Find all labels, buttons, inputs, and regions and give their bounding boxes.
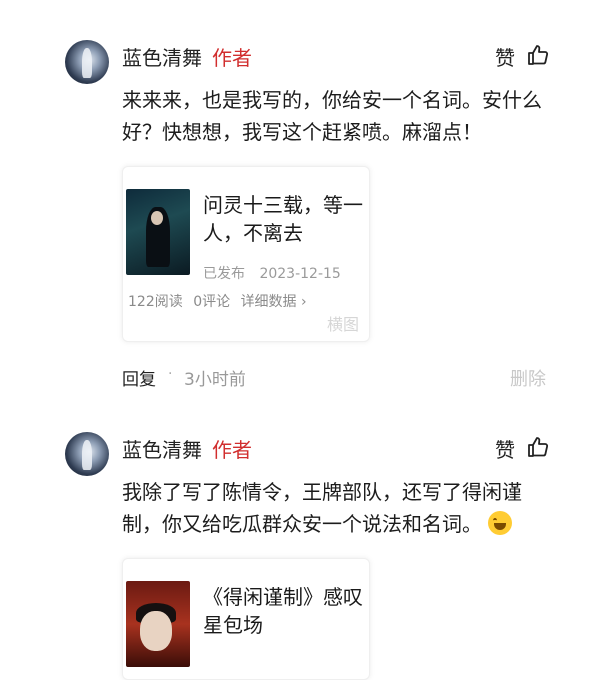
thumbs-up-icon[interactable] [526, 435, 550, 459]
watermark-text: 横图 [326, 315, 359, 334]
comment-text-content: 我除了写了陈情令，王牌部队，还写了得闲谨制，你又给吃瓜群众安一个说法和名词。 [122, 480, 522, 536]
laughing-tears-emoji-icon [488, 511, 512, 535]
publish-date: 2023-12-15 [259, 266, 341, 282]
avatar[interactable] [65, 432, 109, 476]
article-card[interactable]: 《得闲谨制》感叹星包场 [122, 558, 370, 680]
article-title: 《得闲谨制》感叹星包场 [203, 585, 363, 637]
comment-text: 来来来，也是我写的，你给安一个名词。安什么好？快想想，我写这个赶紧喷。麻溜点！ [122, 88, 542, 144]
article-publish-info: 已发布 2023-12-15 [203, 263, 341, 283]
article-title: 问灵十三载，等一人，不离去 [203, 193, 363, 245]
username[interactable]: 蓝色清舞 [122, 434, 202, 463]
like-label[interactable]: 赞 [495, 42, 515, 71]
separator-dot: · [168, 366, 173, 382]
like-label[interactable]: 赞 [495, 434, 515, 463]
publish-status: 已发布 [203, 266, 245, 282]
details-link[interactable]: 详细数据 › [241, 294, 307, 310]
article-cover-image [126, 189, 190, 275]
author-badge: 作者 [212, 46, 252, 70]
thumbs-up-icon[interactable] [526, 43, 550, 67]
comment-count: 0评论 [193, 294, 231, 310]
read-count: 122阅读 [128, 294, 183, 310]
username[interactable]: 蓝色清舞 [122, 42, 202, 71]
article-stats: 122阅读 0评论 详细数据 › [128, 291, 307, 311]
comment-text: 我除了写了陈情令，王牌部队，还写了得闲谨制，你又给吃瓜群众安一个说法和名词。 [122, 476, 542, 540]
author-badge: 作者 [212, 438, 252, 462]
reply-button[interactable]: 回复 [122, 365, 156, 390]
article-cover-image [126, 581, 190, 667]
comment-time: 3小时前 [184, 370, 246, 390]
avatar[interactable] [65, 40, 109, 84]
article-card[interactable]: 问灵十三载，等一人，不离去 已发布 2023-12-15 122阅读 0评论 详… [122, 166, 370, 342]
delete-button[interactable]: 删除 [510, 365, 546, 391]
